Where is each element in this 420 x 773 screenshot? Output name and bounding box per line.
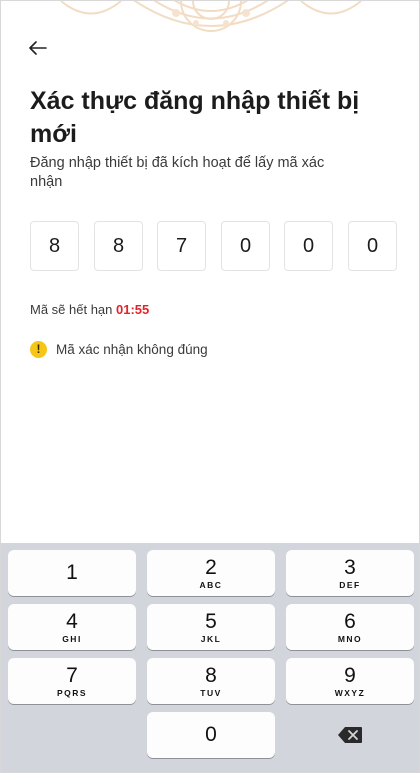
page-title: Xác thực đăng nhập thiết bị mới [30,87,360,148]
key-3[interactable]: 3 DEF [286,550,414,596]
key-8[interactable]: 8 TUV [147,658,275,704]
otp-digit-2[interactable]: 8 [94,221,143,271]
key-5[interactable]: 5 JKL [147,604,275,650]
otp-digit-5[interactable]: 0 [284,221,333,271]
error-message: ! Mã xác nhận không đúng [30,340,208,358]
numeric-keypad: 1 2 ABC 3 DEF 4 GHI 5 JKL 6 MNO 7 PQRS 8 [1,543,419,772]
arrow-left-icon [29,41,47,55]
otp-digit-4[interactable]: 0 [221,221,270,271]
back-button[interactable] [25,37,51,59]
key-9[interactable]: 9 WXYZ [286,658,414,704]
expiry-label: Mã sẽ hết hạn [30,302,113,317]
otp-digit-6[interactable]: 0 [348,221,397,271]
key-4[interactable]: 4 GHI [8,604,136,650]
key-blank [8,712,136,758]
otp-digit-3[interactable]: 7 [157,221,206,271]
key-7[interactable]: 7 PQRS [8,658,136,704]
delete-key[interactable] [286,712,414,758]
backspace-icon [338,727,362,743]
page-subtitle: Đăng nhập thiết bị đã kích hoạt để lấy m… [30,155,325,190]
key-2[interactable]: 2 ABC [147,550,275,596]
key-1[interactable]: 1 [8,550,136,596]
error-text: Mã xác nhận không đúng [56,341,208,357]
expiry-countdown: 01:55 [116,302,150,317]
expiry-notice: Mã sẽ hết hạn 01:55 [30,302,149,317]
key-0[interactable]: 0 [147,712,275,758]
header-decoration [1,1,419,41]
warning-icon: ! [30,340,47,358]
otp-digit-1[interactable]: 8 [30,221,79,271]
otp-input-group[interactable]: 8 8 7 0 0 0 [30,221,397,271]
screen: Xác thực đăng nhập thiết bị mới Đăng nhậ… [0,0,420,773]
key-6[interactable]: 6 MNO [286,604,414,650]
